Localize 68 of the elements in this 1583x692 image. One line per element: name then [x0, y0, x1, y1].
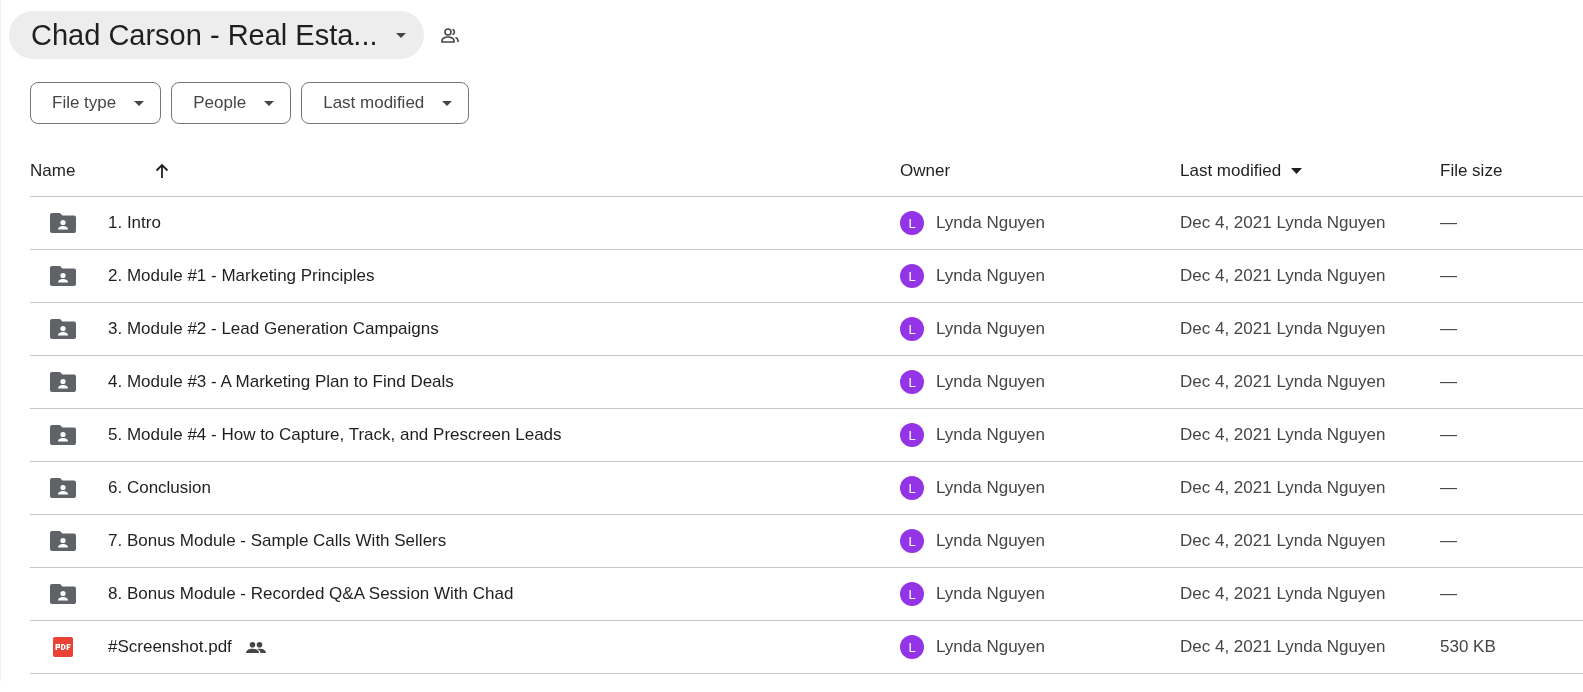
modified-date: Dec 4, 2021 Lynda Nguyen	[1180, 425, 1386, 445]
folder-title-dropdown[interactable]: Chad Carson - Real Esta...	[9, 11, 424, 59]
owner-avatar: L	[900, 370, 924, 394]
owner-avatar: L	[900, 211, 924, 235]
owner-avatar: L	[900, 529, 924, 553]
file-name[interactable]: 7. Bonus Module - Sample Calls With Sellers	[108, 531, 447, 551]
file-size: —	[1440, 372, 1457, 392]
arrow-up-icon[interactable]	[155, 162, 170, 179]
file-name[interactable]: #Screenshot.pdf	[108, 637, 232, 657]
owner-name: Lynda Nguyen	[936, 531, 1045, 551]
shared-folder-icon	[50, 531, 76, 551]
file-size: —	[1440, 425, 1457, 445]
owner-avatar: L	[900, 317, 924, 341]
owner-name: Lynda Nguyen	[936, 372, 1045, 392]
file-size: 530 KB	[1440, 637, 1496, 657]
caret-icon	[134, 100, 145, 106]
shared-folder-icon	[50, 425, 76, 445]
modified-date: Dec 4, 2021 Lynda Nguyen	[1180, 531, 1386, 551]
file-size: —	[1440, 213, 1457, 233]
file-name[interactable]: 2. Module #1 - Marketing Principles	[108, 266, 375, 286]
caret-icon	[395, 32, 406, 38]
caret-icon[interactable]	[1291, 167, 1303, 174]
column-header[interactable]: Name	[30, 160, 76, 181]
file-name[interactable]: 6. Conclusion	[108, 478, 211, 498]
file-size: —	[1440, 478, 1457, 498]
owner-name: Lynda Nguyen	[936, 584, 1045, 604]
modified-date: Dec 4, 2021 Lynda Nguyen	[1180, 372, 1386, 392]
caret-icon	[442, 100, 453, 106]
owner-name: Lynda Nguyen	[936, 213, 1045, 233]
column-header[interactable]: File size	[1440, 160, 1503, 181]
file-name[interactable]: 1. Intro	[108, 213, 161, 233]
file-size: —	[1440, 584, 1457, 604]
caret-icon	[264, 100, 275, 106]
column-header[interactable]: Owner	[900, 160, 951, 181]
owner-name: Lynda Nguyen	[936, 478, 1045, 498]
shared-folder-icon	[50, 319, 76, 339]
owner-name: Lynda Nguyen	[936, 319, 1045, 339]
file-name[interactable]: 4. Module #3 - A Marketing Plan to Find Deals	[108, 372, 454, 392]
owner-avatar: L	[900, 582, 924, 606]
filter-dropdown[interactable]: People	[171, 82, 292, 124]
owner-avatar: L	[900, 423, 924, 447]
modified-date: Dec 4, 2021 Lynda Nguyen	[1180, 266, 1386, 286]
owner-name: Lynda Nguyen	[936, 637, 1045, 657]
shared-folder-icon	[50, 213, 76, 233]
column-header[interactable]: Last modified	[1180, 160, 1282, 181]
file-name[interactable]: 8. Bonus Module - Recorded Q&A Session With Chad	[108, 584, 514, 604]
shared-folder-icon	[50, 478, 76, 498]
file-name[interactable]: 3. Module #2 - Lead Generation Campaigns	[108, 319, 439, 339]
filter-dropdown[interactable]: Last modified	[301, 82, 470, 124]
modified-date: Dec 4, 2021 Lynda Nguyen	[1180, 319, 1386, 339]
file-name[interactable]: 5. Module #4 - How to Capture, Track, and Prescreen Leads	[108, 425, 562, 445]
owner-name: Lynda Nguyen	[936, 425, 1045, 445]
owner-avatar: L	[900, 264, 924, 288]
filter-dropdown[interactable]: File type	[30, 82, 162, 124]
modified-date: Dec 4, 2021 Lynda Nguyen	[1180, 213, 1386, 233]
file-size: —	[1440, 319, 1457, 339]
shared-folder-icon	[50, 584, 76, 604]
shared-folder-icon	[50, 372, 76, 392]
modified-date: Dec 4, 2021 Lynda Nguyen	[1180, 584, 1386, 604]
owner-avatar: L	[900, 476, 924, 500]
file-size: —	[1440, 266, 1457, 286]
pdf-file-icon	[50, 637, 76, 657]
owner-name: Lynda Nguyen	[936, 266, 1045, 286]
owner-avatar: L	[900, 635, 924, 659]
shared-folder-icon	[50, 266, 76, 286]
modified-date: Dec 4, 2021 Lynda Nguyen	[1180, 478, 1386, 498]
file-size: —	[1440, 531, 1457, 551]
modified-date: Dec 4, 2021 Lynda Nguyen	[1180, 637, 1386, 657]
